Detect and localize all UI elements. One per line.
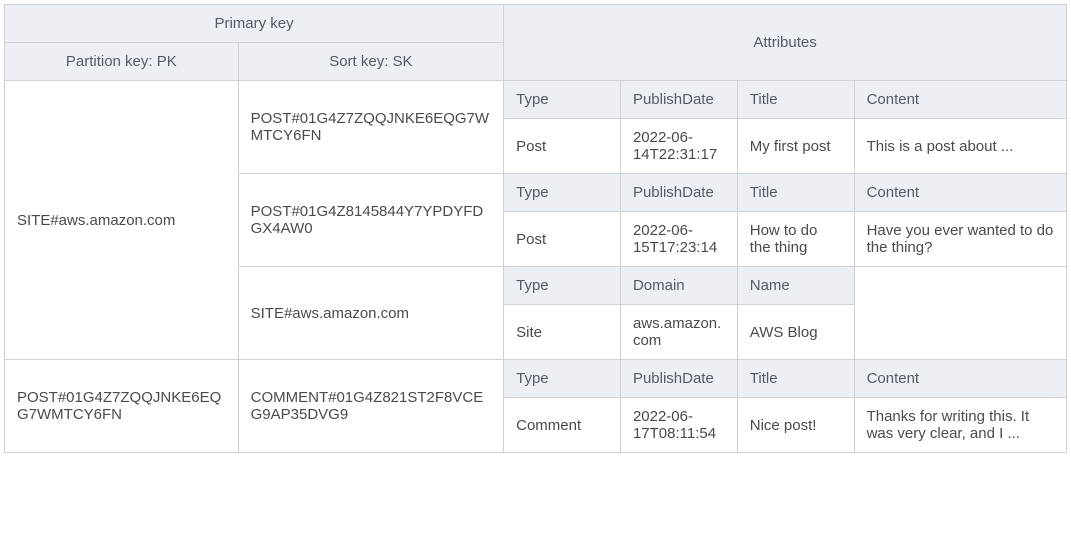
attr-value: Post <box>504 212 621 267</box>
attr-label: Name <box>737 267 854 305</box>
header-attributes: Attributes <box>504 5 1067 81</box>
attr-label: Title <box>737 81 854 119</box>
attr-value: 2022-06-17T08:11:54 <box>620 398 737 453</box>
attr-value: Thanks for writing this. It was very cle… <box>854 398 1066 453</box>
dynamodb-table: Primary key Attributes Partition key: PK… <box>4 4 1067 453</box>
attr-value: Nice post! <box>737 398 854 453</box>
attr-label: Content <box>854 360 1066 398</box>
attr-value: How to do the thing <box>737 212 854 267</box>
header-partition-key: Partition key: PK <box>5 43 239 81</box>
attr-label: Type <box>504 360 621 398</box>
attr-value: 2022-06-14T22:31:17 <box>620 119 737 174</box>
partition-key-cell: SITE#aws.amazon.com <box>5 81 239 360</box>
attr-label: Content <box>854 81 1066 119</box>
attr-value: AWS Blog <box>737 305 854 360</box>
header-primary-key: Primary key <box>5 5 504 43</box>
attr-label: Domain <box>620 267 737 305</box>
attr-label: Title <box>737 360 854 398</box>
sort-key-cell: POST#01G4Z8145844Y7YPDYFDGX4AW0 <box>238 174 504 267</box>
attr-label: PublishDate <box>620 81 737 119</box>
attr-label: Type <box>504 81 621 119</box>
header-sort-key: Sort key: SK <box>238 43 504 81</box>
attr-value: Post <box>504 119 621 174</box>
attr-value: aws.amazon.com <box>620 305 737 360</box>
attr-value: My first post <box>737 119 854 174</box>
attr-label: Type <box>504 174 621 212</box>
attr-value: Have you ever wanted to do the thing? <box>854 212 1066 267</box>
attr-value: Site <box>504 305 621 360</box>
attr-label <box>854 267 1066 360</box>
attr-value: 2022-06-15T17:23:14 <box>620 212 737 267</box>
attr-value: Comment <box>504 398 621 453</box>
sort-key-cell: SITE#aws.amazon.com <box>238 267 504 360</box>
attr-label: Content <box>854 174 1066 212</box>
attr-label: PublishDate <box>620 360 737 398</box>
attr-label: PublishDate <box>620 174 737 212</box>
sort-key-cell: POST#01G4Z7ZQQJNKE6EQG7WMTCY6FN <box>238 81 504 174</box>
attr-label: Title <box>737 174 854 212</box>
partition-key-cell: POST#01G4Z7ZQQJNKE6EQG7WMTCY6FN <box>5 360 239 453</box>
sort-key-cell: COMMENT#01G4Z821ST2F8VCEG9AP35DVG9 <box>238 360 504 453</box>
attr-value: This is a post about ... <box>854 119 1066 174</box>
attr-label: Type <box>504 267 621 305</box>
